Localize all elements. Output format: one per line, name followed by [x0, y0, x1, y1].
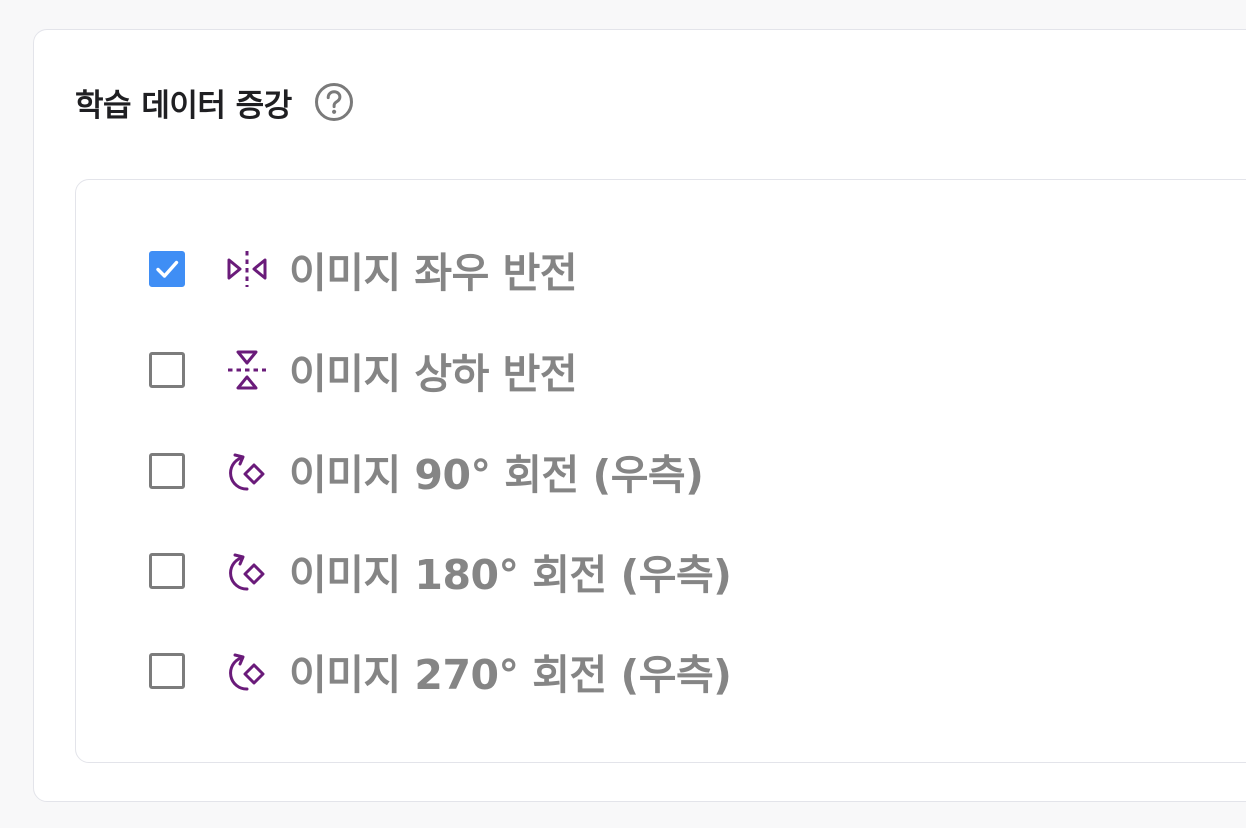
options-panel: 이미지 좌우 반전 이미지 상하 반전 이미지 90° 회전 (우측) 이미지 … [75, 179, 1246, 763]
checkbox-flip-vertical[interactable] [149, 352, 185, 388]
checkbox-flip-horizontal[interactable] [149, 251, 185, 287]
rotate-right-icon [225, 649, 269, 693]
flip-horizontal-icon [225, 247, 269, 291]
rotate-right-icon [225, 549, 269, 593]
option-label: 이미지 270° 회전 (우측) [289, 651, 732, 699]
option-rotate-270[interactable]: 이미지 270° 회전 (우측) [149, 646, 732, 699]
augmentation-card: 학습 데이터 증강 이미지 좌우 반전 이미지 상하 반전 이미지 90° 회전… [33, 29, 1246, 802]
section-title: 학습 데이터 증강 [75, 87, 292, 124]
option-flip-horizontal[interactable]: 이미지 좌우 반전 [149, 244, 578, 297]
flip-vertical-icon [225, 348, 269, 392]
option-rotate-180[interactable]: 이미지 180° 회전 (우측) [149, 546, 732, 599]
option-rotate-90[interactable]: 이미지 90° 회전 (우측) [149, 446, 704, 499]
checkbox-rotate-90[interactable] [149, 453, 185, 489]
option-label: 이미지 좌우 반전 [289, 249, 578, 297]
option-label: 이미지 180° 회전 (우측) [289, 551, 732, 599]
section-header: 학습 데이터 증강 [75, 80, 354, 124]
option-flip-vertical[interactable]: 이미지 상하 반전 [149, 345, 578, 398]
option-label: 이미지 90° 회전 (우측) [289, 451, 704, 499]
question-circle-icon[interactable] [314, 82, 354, 122]
option-label: 이미지 상하 반전 [289, 350, 578, 398]
checkmark-icon [156, 260, 179, 278]
rotate-right-icon [225, 449, 269, 493]
checkbox-rotate-270[interactable] [149, 653, 185, 689]
checkbox-rotate-180[interactable] [149, 553, 185, 589]
